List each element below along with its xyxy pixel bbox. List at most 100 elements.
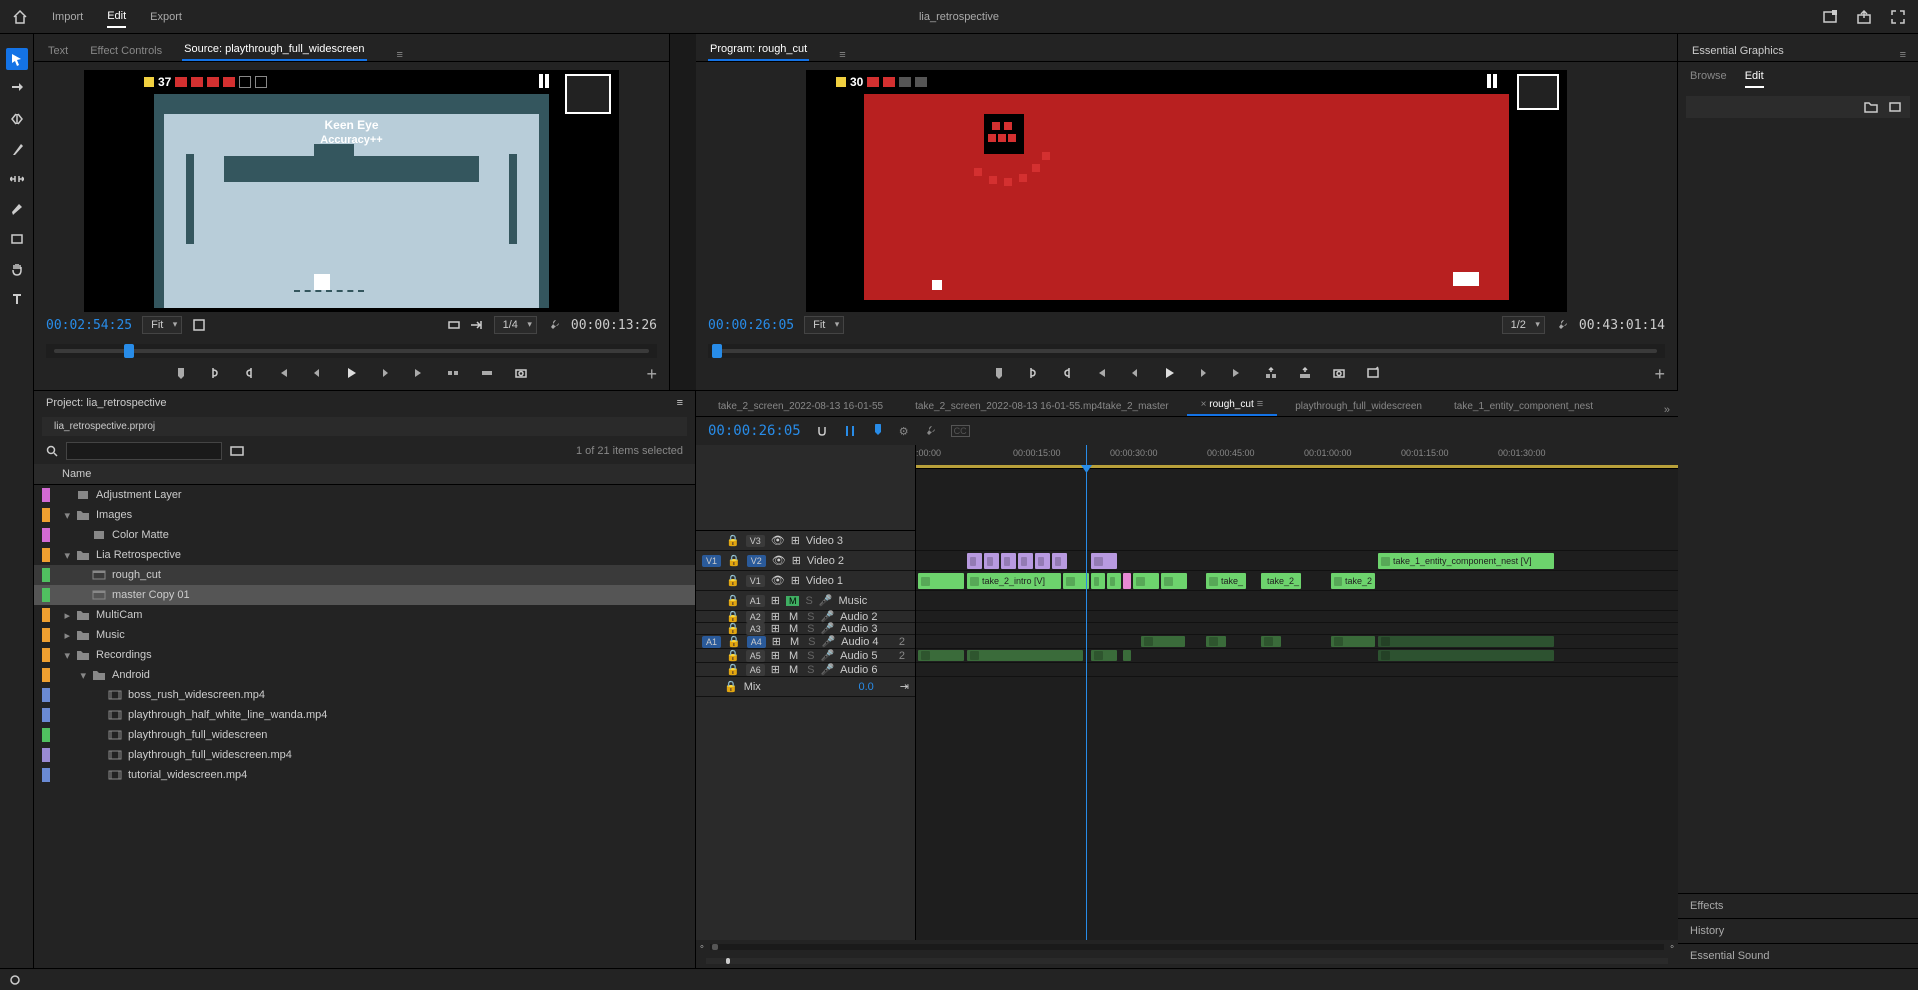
step-back-icon[interactable]: [1128, 366, 1144, 382]
share-icon[interactable]: [1856, 9, 1872, 25]
snap-icon[interactable]: [815, 424, 829, 438]
audio-track-head[interactable]: 🔒A6⊞MS🎤Audio 6: [696, 663, 915, 677]
timeline-clip[interactable]: [1206, 636, 1226, 647]
go-to-in-icon[interactable]: [1094, 366, 1110, 382]
timeline-clip[interactable]: take_1_entity_component_nest [V]: [1378, 553, 1554, 569]
timeline-clip[interactable]: [1091, 573, 1105, 589]
type-tool[interactable]: [6, 288, 28, 310]
settings-icon[interactable]: [192, 318, 206, 332]
audio-track-head[interactable]: 🔒A3⊞MS🎤Audio 3: [696, 623, 915, 635]
sync-icon[interactable]: [8, 973, 22, 987]
new-layer-icon[interactable]: [1888, 101, 1902, 113]
video-track-head[interactable]: 🔒V1👁⊞Video 1: [696, 571, 915, 591]
selection-tool[interactable]: [6, 48, 28, 70]
audio-track-head[interactable]: A1🔒A4⊞MS🎤Audio 42: [696, 635, 915, 649]
workspace-tab-edit[interactable]: Edit: [107, 6, 126, 28]
timeline-clip[interactable]: [1123, 573, 1131, 589]
mark-in-icon[interactable]: [1026, 366, 1042, 382]
step-back-icon[interactable]: [310, 366, 326, 382]
project-row[interactable]: ▸Music: [34, 625, 695, 645]
timeline-clip[interactable]: [984, 553, 999, 569]
program-zoom-dropdown[interactable]: Fit: [804, 316, 844, 334]
timeline-clip[interactable]: [1378, 636, 1554, 647]
lock-icon[interactable]: 🔒: [724, 680, 738, 693]
source-scrub-bar[interactable]: [46, 344, 657, 358]
project-row[interactable]: ▾Images: [34, 505, 695, 525]
audio-track-head[interactable]: 🔒A1⊞MS🎤Music: [696, 591, 915, 611]
play-icon[interactable]: [344, 366, 360, 382]
pen-tool[interactable]: [6, 198, 28, 220]
timeline-hscroll[interactable]: ◦◦: [696, 940, 1678, 954]
project-column-name[interactable]: Name: [34, 464, 695, 485]
play-icon[interactable]: [1162, 366, 1178, 382]
project-search-input[interactable]: [66, 442, 222, 460]
track-a3[interactable]: [916, 623, 1678, 635]
timeline-clip[interactable]: [967, 650, 1083, 661]
workspace-tab-import[interactable]: Import: [52, 7, 83, 27]
timeline-clip[interactable]: [1123, 650, 1131, 661]
cc-icon[interactable]: CC: [951, 425, 970, 437]
quick-export-icon[interactable]: [1822, 9, 1838, 25]
overwrite-icon[interactable]: [480, 366, 496, 382]
extract-icon[interactable]: [1298, 366, 1314, 382]
timeline-clip[interactable]: take_2: [1331, 573, 1375, 589]
timeline-sequence-tab[interactable]: take_2_screen_2022-08-13 16-01-55: [704, 397, 897, 416]
project-row[interactable]: tutorial_widescreen.mp4: [34, 765, 695, 785]
project-row[interactable]: boss_rush_widescreen.mp4: [34, 685, 695, 705]
timeline-clip[interactable]: take_: [1206, 573, 1246, 589]
track-select-tool[interactable]: [6, 78, 28, 100]
track-v3[interactable]: [916, 531, 1678, 551]
program-tab[interactable]: Program: rough_cut: [708, 39, 809, 61]
linked-selection-icon[interactable]: [843, 424, 857, 438]
timeline-clip[interactable]: [1141, 636, 1185, 647]
maximize-icon[interactable]: [1890, 9, 1906, 25]
video-track-head[interactable]: 🔒V3👁⊞Video 3: [696, 531, 915, 551]
mix-value[interactable]: 0.0: [858, 681, 873, 693]
timeline-clip[interactable]: [1161, 573, 1187, 589]
settings-icon[interactable]: ⚙: [899, 425, 909, 438]
comparison-view-icon[interactable]: [1366, 366, 1382, 382]
hand-tool[interactable]: [6, 258, 28, 280]
go-to-out-icon[interactable]: [412, 366, 428, 382]
timeline-clip[interactable]: take_2_intro [V]: [967, 573, 1061, 589]
panel-menu-icon[interactable]: ≡: [677, 397, 683, 409]
timeline-clip[interactable]: [1107, 573, 1121, 589]
project-row[interactable]: ▸MultiCam: [34, 605, 695, 625]
track-a5[interactable]: [916, 649, 1678, 663]
timeline-sequence-tab[interactable]: rough_cut ≡: [1187, 394, 1278, 416]
project-row[interactable]: ▾Recordings: [34, 645, 695, 665]
mark-out-icon[interactable]: [242, 366, 258, 382]
project-row[interactable]: ▾Android: [34, 665, 695, 685]
project-row[interactable]: Color Matte: [34, 525, 695, 545]
source-tab-text[interactable]: Text: [46, 41, 70, 61]
folder-icon[interactable]: [1864, 101, 1878, 113]
expand-icon[interactable]: ⇥: [900, 680, 909, 693]
timeline-clip[interactable]: [1035, 553, 1050, 569]
in-out-icon[interactable]: [448, 319, 460, 331]
export-frame-icon[interactable]: [1332, 366, 1348, 382]
wrench-icon[interactable]: [547, 318, 561, 332]
timeline-clip[interactable]: [1052, 553, 1067, 569]
marker-icon[interactable]: [871, 424, 885, 438]
razor-tool[interactable]: [6, 138, 28, 160]
step-fwd-icon[interactable]: [1196, 366, 1212, 382]
timeline-clip[interactable]: [918, 573, 964, 589]
timeline-ruler[interactable]: :00:0000:00:15:0000:00:30:0000:00:45:000…: [916, 445, 1678, 469]
egfx-tab-browse[interactable]: Browse: [1690, 70, 1727, 88]
project-row[interactable]: master Copy 01: [34, 585, 695, 605]
panel-menu-icon[interactable]: ≡: [839, 49, 845, 61]
home-icon[interactable]: [12, 9, 28, 25]
timeline-clip[interactable]: take_2_: [1261, 573, 1301, 589]
source-tab-effect-controls[interactable]: Effect Controls: [88, 41, 164, 61]
egfx-tab-edit[interactable]: Edit: [1745, 70, 1764, 88]
workspace-tab-export[interactable]: Export: [150, 7, 182, 27]
video-track-head[interactable]: V1🔒V2👁⊞Video 2: [696, 551, 915, 571]
wrench-icon[interactable]: [1555, 318, 1569, 332]
more-tabs-icon[interactable]: »: [1664, 404, 1670, 416]
mark-in-icon[interactable]: [208, 366, 224, 382]
timeline-sequence-tab[interactable]: take_2_screen_2022-08-13 16-01-55.mp4tak…: [901, 397, 1183, 416]
program-tc-in[interactable]: 00:00:26:05: [708, 318, 794, 333]
timeline-sequence-tab[interactable]: take_1_entity_component_nest: [1440, 397, 1607, 416]
timeline-clip[interactable]: [1018, 553, 1033, 569]
collapsed-panel-essential-sound[interactable]: Essential Sound: [1678, 943, 1918, 968]
